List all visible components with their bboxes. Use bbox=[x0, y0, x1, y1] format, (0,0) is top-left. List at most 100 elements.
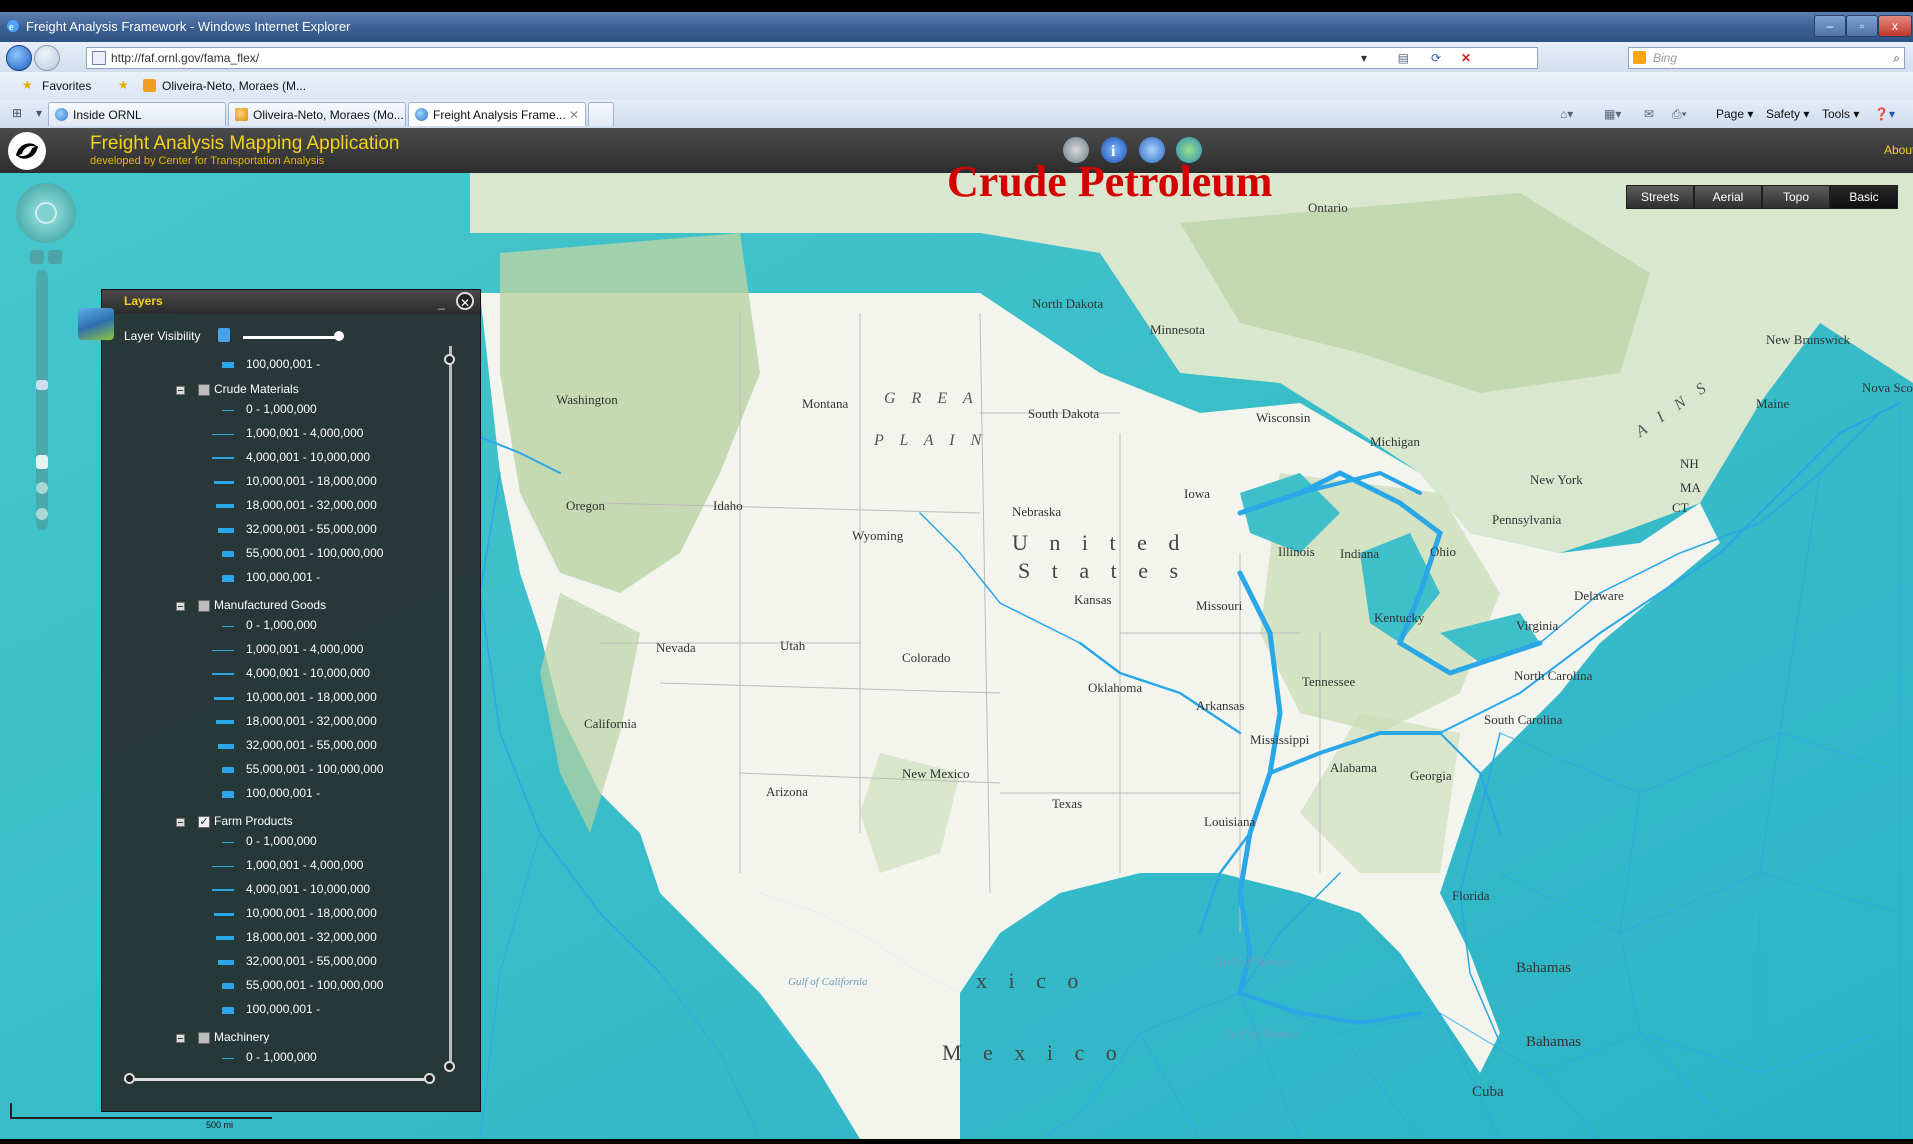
visibility-slider-thumb[interactable] bbox=[334, 331, 344, 341]
page-menu[interactable]: Page ▾ bbox=[1716, 107, 1753, 121]
scale-label: 500 mi bbox=[206, 1120, 234, 1130]
label-mexico: M e x i c o bbox=[942, 1040, 1125, 1065]
close-window-button[interactable]: x bbox=[1878, 15, 1912, 37]
pan-hand-icon[interactable] bbox=[36, 455, 48, 469]
legend-range-label: 32,000,001 - 55,000,000 bbox=[246, 738, 377, 752]
dropdown-arrow-icon[interactable]: ▾ bbox=[1361, 48, 1367, 68]
zoom-slider-thumb[interactable] bbox=[36, 380, 48, 390]
zoom-in-tool-icon[interactable] bbox=[36, 482, 48, 494]
home-icon[interactable]: ⌂▾ bbox=[1560, 107, 1573, 121]
scroll-down-icon[interactable] bbox=[444, 1061, 455, 1072]
label-nevada: Nevada bbox=[656, 640, 696, 655]
label-kansas: Kansas bbox=[1074, 592, 1112, 607]
mail-icon[interactable]: ✉ bbox=[1644, 107, 1654, 121]
collapse-icon[interactable] bbox=[176, 602, 185, 611]
stop-icon[interactable]: ✕ bbox=[1461, 48, 1471, 68]
legend-swatch bbox=[222, 767, 234, 773]
legend-range-label: 1,000,001 - 4,000,000 bbox=[246, 858, 364, 872]
address-input[interactable]: http://faf.ornl.gov/fama_flex/ ▾ ▤ ⟳ ✕ bbox=[86, 47, 1538, 69]
favorite-site-icon bbox=[143, 79, 156, 92]
help-icon[interactable]: ❓▾ bbox=[1874, 107, 1895, 121]
label-ct: CT bbox=[1672, 500, 1689, 515]
visibility-slider[interactable] bbox=[243, 336, 339, 339]
back-button[interactable] bbox=[6, 45, 32, 71]
tab-inside-ornl[interactable]: Inside ORNL bbox=[48, 102, 226, 126]
quick-tabs-icon[interactable]: ⊞ bbox=[12, 106, 22, 120]
layers-panel: Layers _ ✕ Layer Visibility 100,000,001 … bbox=[78, 289, 481, 1112]
basemap-streets-button[interactable]: Streets bbox=[1626, 185, 1694, 209]
tab-bar: ⊞ ▾ Inside ORNL Oliveira-Neto, Moraes (M… bbox=[0, 100, 1913, 129]
feeds-icon[interactable]: ▦▾ bbox=[1604, 107, 1621, 121]
layer-checkbox[interactable] bbox=[198, 1032, 210, 1044]
favorites-button[interactable]: Favorites bbox=[42, 79, 91, 93]
label-ontario: Ontario bbox=[1308, 200, 1348, 215]
legend-swatch bbox=[212, 650, 234, 651]
tab-oliveira[interactable]: Oliveira-Neto, Moraes (Mo... bbox=[228, 102, 406, 126]
dot-logo-icon bbox=[8, 132, 46, 170]
favorite-link[interactable]: Oliveira-Neto, Moraes (M... bbox=[162, 79, 306, 93]
svg-text:e: e bbox=[9, 22, 14, 33]
vertical-scrollbar[interactable] bbox=[449, 346, 452, 1066]
safety-menu[interactable]: Safety ▾ bbox=[1766, 107, 1809, 121]
tools-menu[interactable]: Tools ▾ bbox=[1822, 107, 1859, 121]
legend-swatch bbox=[212, 889, 234, 891]
basemap-topo-button[interactable]: Topo bbox=[1762, 185, 1830, 209]
horizontal-scrollbar[interactable] bbox=[124, 1078, 434, 1081]
legend-range-label: 18,000,001 - 32,000,000 bbox=[246, 930, 377, 944]
new-tab-button[interactable] bbox=[588, 102, 614, 126]
label-oregon: Oregon bbox=[566, 498, 605, 513]
previous-extent-icon[interactable] bbox=[30, 250, 44, 264]
refresh-icon[interactable]: ⟳ bbox=[1431, 48, 1441, 68]
tab-list-icon[interactable]: ▾ bbox=[36, 106, 42, 120]
label-south-carolina: South Carolina bbox=[1484, 712, 1563, 727]
scroll-up-icon[interactable] bbox=[444, 354, 455, 365]
label-wyoming: Wyoming bbox=[852, 528, 904, 543]
zoom-slider[interactable] bbox=[36, 270, 48, 530]
legend-range-label: 0 - 1,000,000 bbox=[246, 402, 317, 416]
layer-group-name: Crude Materials bbox=[214, 382, 299, 396]
label-california: California bbox=[584, 716, 637, 731]
legend-swatch bbox=[222, 842, 234, 843]
basemap-aerial-button[interactable]: Aerial bbox=[1694, 185, 1762, 209]
next-extent-icon[interactable] bbox=[48, 250, 62, 264]
layer-checkbox[interactable]: ✓ bbox=[198, 816, 210, 828]
legend-range-label: 4,000,001 - 10,000,000 bbox=[246, 450, 371, 464]
label-ohio: Ohio bbox=[1430, 544, 1456, 559]
pan-control[interactable] bbox=[16, 183, 76, 243]
label-wisconsin: Wisconsin bbox=[1256, 410, 1311, 425]
label-new-york: New York bbox=[1530, 472, 1583, 487]
add-favorite-icon[interactable]: ★ bbox=[118, 78, 129, 92]
layers-panel-header[interactable]: Layers _ ✕ bbox=[102, 290, 480, 314]
close-tab-icon[interactable]: ✕ bbox=[569, 103, 579, 126]
page-icon bbox=[92, 51, 106, 65]
label-louisiana: Louisiana bbox=[1204, 814, 1256, 829]
collapse-icon[interactable] bbox=[176, 1034, 185, 1043]
forward-button[interactable] bbox=[34, 45, 60, 71]
legend-swatch bbox=[218, 744, 234, 749]
layer-checkbox[interactable] bbox=[198, 384, 210, 396]
scroll-left-icon[interactable] bbox=[124, 1073, 135, 1084]
legend-range-label: 4,000,001 - 10,000,000 bbox=[246, 666, 371, 680]
print-icon[interactable]: ⎙▾ bbox=[1672, 107, 1687, 122]
compat-icon[interactable]: ▤ bbox=[1398, 48, 1409, 68]
layer-checkbox[interactable] bbox=[198, 600, 210, 612]
legend-range-label: 18,000,001 - 32,000,000 bbox=[246, 498, 377, 512]
legend-range-label: 0 - 1,000,000 bbox=[246, 834, 317, 848]
scroll-right-icon[interactable] bbox=[424, 1073, 435, 1084]
basemap-basic-button[interactable]: Basic bbox=[1830, 185, 1898, 209]
collapse-icon[interactable] bbox=[176, 818, 185, 827]
maximize-button[interactable]: ▫ bbox=[1846, 15, 1878, 37]
legend-swatch bbox=[214, 481, 234, 484]
minimize-panel-icon[interactable]: _ bbox=[438, 296, 445, 310]
tab-freight-analysis[interactable]: Freight Analysis Frame... ✕ bbox=[408, 102, 586, 126]
url-text: http://faf.ornl.gov/fama_flex/ bbox=[111, 51, 260, 65]
legend-swatch bbox=[218, 528, 234, 533]
legend-swatch bbox=[222, 410, 234, 411]
about-link[interactable]: About bbox=[1884, 143, 1913, 157]
close-panel-icon[interactable]: ✕ bbox=[456, 292, 474, 310]
search-input[interactable]: Bing ⌕ bbox=[1628, 47, 1905, 69]
zoom-out-tool-icon[interactable] bbox=[36, 508, 48, 520]
minimize-button[interactable]: – bbox=[1814, 15, 1846, 37]
search-icon[interactable]: ⌕ bbox=[1893, 48, 1900, 68]
collapse-icon[interactable] bbox=[176, 386, 185, 395]
